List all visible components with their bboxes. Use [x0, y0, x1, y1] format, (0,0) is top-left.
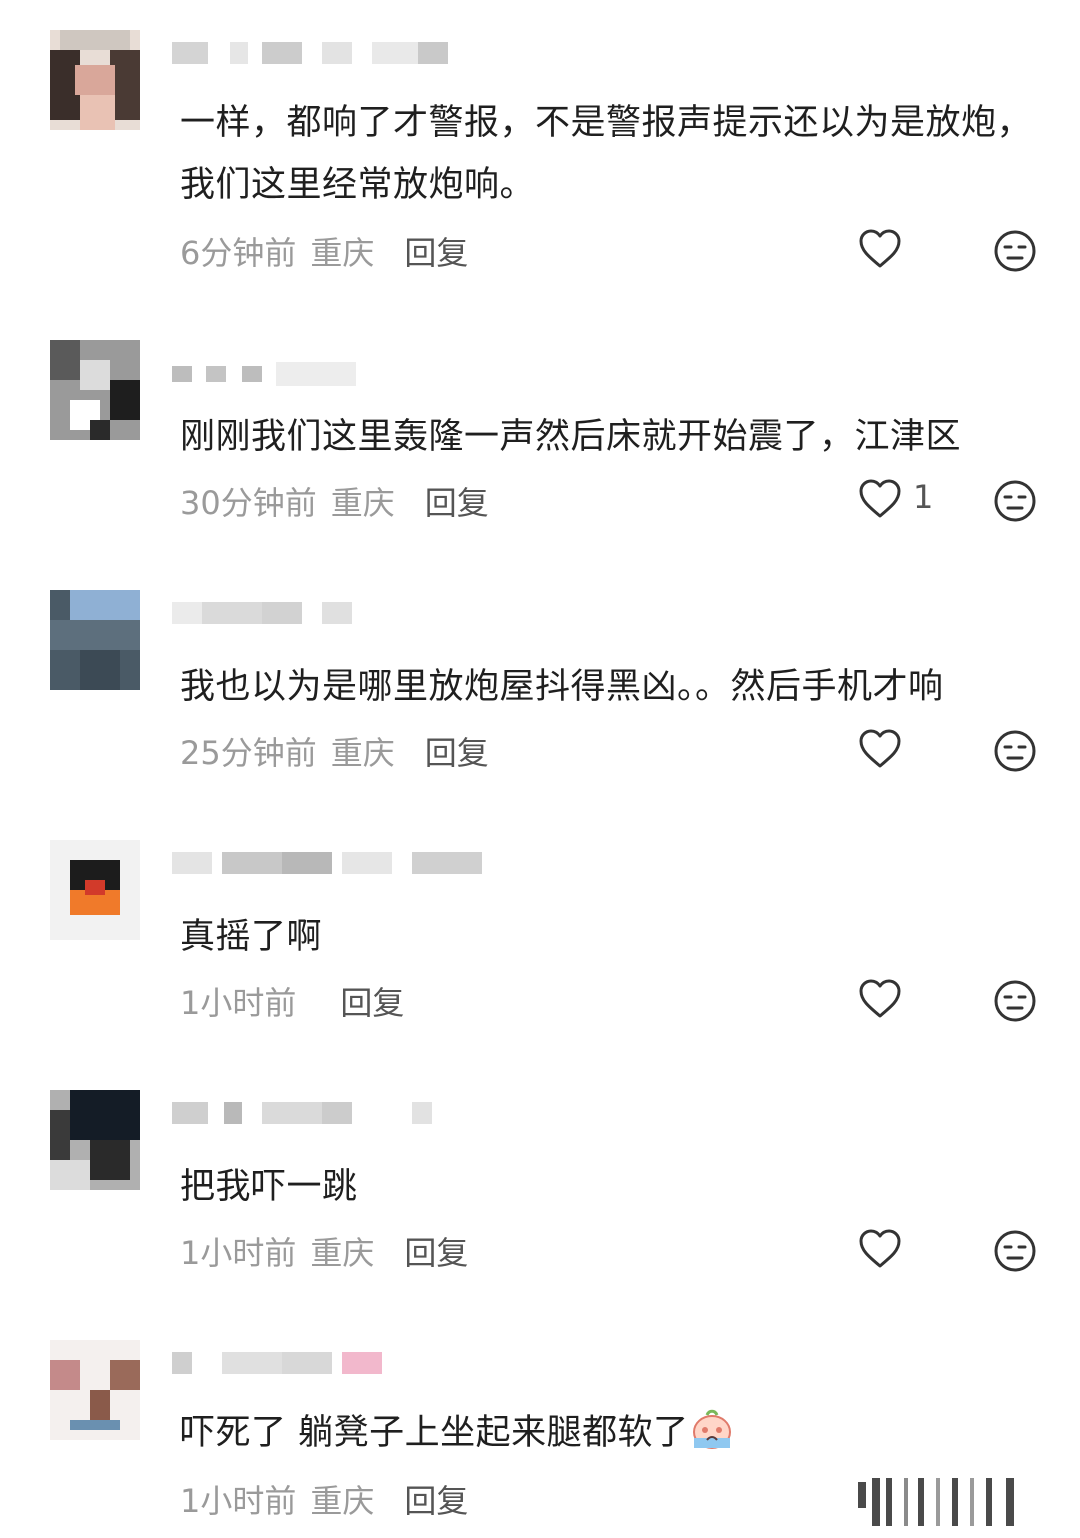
comment-text: 真摇了啊 [180, 917, 323, 957]
comment-meta: 1小时前 回复 [180, 978, 418, 1024]
avatar[interactable] [50, 30, 140, 130]
crying-face-emoji [692, 1409, 731, 1449]
comment-text: 我也以为是哪里放炮屋抖得黑凶。。然后手机才响 [180, 667, 944, 707]
comment-meta: 1小时前 重庆 回复 [180, 1228, 482, 1274]
comment-meta: 6分钟前 重庆 回复 [180, 228, 482, 274]
comment-location: 重庆 [330, 734, 395, 772]
avatar[interactable] [50, 340, 140, 440]
username[interactable] [172, 1344, 492, 1384]
like-button[interactable]: 1 [858, 478, 948, 524]
neutral-face-icon [994, 980, 1036, 1022]
watermark-logo [858, 1476, 1080, 1536]
username[interactable] [172, 344, 492, 386]
comment-item: 真摇了啊 1小时前 回复 [0, 840, 1080, 1050]
comment-text: 吓死了 躺凳子上坐起来腿都软了 [180, 1402, 1040, 1464]
username[interactable] [172, 594, 492, 634]
neutral-face-icon [994, 730, 1036, 772]
avatar[interactable] [50, 1090, 140, 1190]
comment-time: 1小时前 [180, 984, 297, 1022]
comment-meta: 1小时前 重庆 回复 [180, 1476, 482, 1522]
neutral-face-icon [994, 1230, 1036, 1272]
like-button[interactable] [858, 228, 948, 274]
avatar[interactable] [50, 840, 140, 940]
dislike-button[interactable] [992, 228, 1038, 274]
like-button[interactable] [858, 728, 948, 774]
like-button[interactable] [858, 978, 948, 1024]
comment-item: 我也以为是哪里放炮屋抖得黑凶。。然后手机才响 25分钟前 重庆 回复 [0, 590, 1080, 800]
reply-button[interactable]: 回复 [425, 734, 489, 772]
avatar[interactable] [50, 590, 140, 690]
comment-item: 刚刚我们这里轰隆一声然后床就开始震了，江津区 30分钟前 重庆 回复 1 [0, 340, 1080, 550]
comment-location: 重庆 [310, 1234, 375, 1272]
reply-button[interactable]: 回复 [340, 984, 404, 1022]
heart-outline-icon [859, 729, 901, 768]
comment-item: 一样，都响了才警报，不是警报声提示还以为是放炮，我们这里经常放炮响。 6分钟前重… [0, 30, 1080, 310]
username[interactable] [172, 34, 492, 74]
comment-location: 重庆 [330, 484, 395, 522]
heart-outline-icon [859, 229, 901, 268]
reply-button[interactable]: 回复 [425, 484, 489, 522]
comment-location: 重庆 [310, 1482, 375, 1520]
username[interactable] [172, 1094, 492, 1134]
heart-outline-icon [859, 479, 901, 518]
comment-time: 1小时前 [180, 1234, 297, 1272]
comment-text: 一样，都响了才警报，不是警报声提示还以为是放炮，我们这里经常放炮响。 [180, 103, 1033, 205]
dislike-button[interactable] [992, 978, 1038, 1024]
comment-time: 6分钟前 [180, 234, 297, 272]
reply-button[interactable]: 回复 [404, 1234, 468, 1272]
like-count: 1 [913, 478, 934, 516]
username[interactable] [172, 844, 492, 884]
comment-meta: 25分钟前 重庆 回复 [180, 728, 503, 774]
heart-outline-icon [859, 979, 901, 1018]
heart-outline-icon [859, 1229, 901, 1268]
comment-location: 重庆 [310, 234, 375, 272]
dislike-button[interactable] [992, 478, 1038, 524]
neutral-face-icon [994, 480, 1036, 522]
dislike-button[interactable] [992, 1228, 1038, 1274]
comment-meta: 30分钟前 重庆 回复 [180, 478, 503, 524]
reply-button[interactable]: 回复 [404, 1482, 468, 1520]
comment-text: 刚刚我们这里轰隆一声然后床就开始震了，江津区 [180, 417, 962, 457]
reply-button[interactable]: 回复 [404, 234, 468, 272]
avatar[interactable] [50, 1340, 140, 1440]
comment-time: 25分钟前 [180, 734, 317, 772]
like-button[interactable] [858, 1228, 948, 1274]
dislike-button[interactable] [992, 728, 1038, 774]
neutral-face-icon [994, 230, 1036, 272]
comment-item: 把我吓一跳 1小时前 重庆 回复 [0, 1090, 1080, 1300]
comment-time: 1小时前 [180, 1482, 297, 1520]
comment-text-content: 吓死了 躺凳子上坐起来腿都软了 [180, 1413, 689, 1453]
comment-time: 30分钟前 [180, 484, 317, 522]
comment-text: 把我吓一跳 [180, 1167, 358, 1207]
